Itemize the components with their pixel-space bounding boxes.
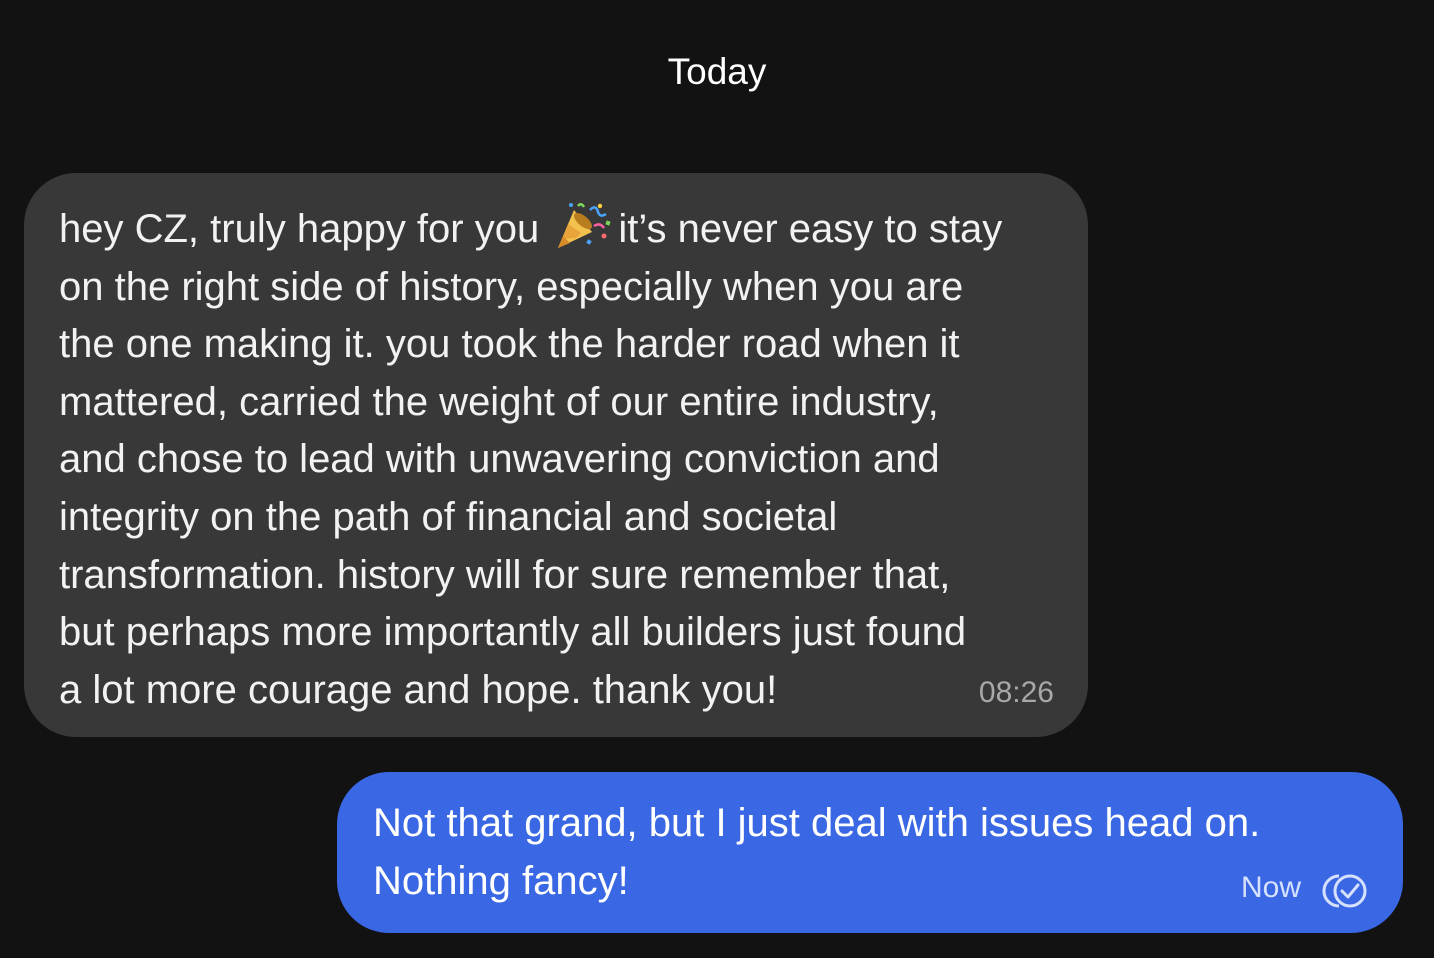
- party-popper-icon: [554, 202, 612, 250]
- message-timestamp: 08:26: [978, 676, 1054, 709]
- message-line: Nothing fancy!: [373, 858, 629, 903]
- message-line: transformation. history will for sure re…: [59, 552, 951, 597]
- message-line-end: it’s never easy to stay: [618, 207, 1003, 251]
- message-meta: Now: [1240, 869, 1371, 908]
- message-timestamp: Now: [1240, 871, 1301, 904]
- outgoing-message-bubble[interactable]: Not that grand, but I just deal with iss…: [337, 772, 1403, 933]
- message-line: a lot more courage and hope. thank you!: [59, 667, 778, 712]
- read-checkmark-icon: [1317, 869, 1371, 908]
- message-line: the one making it. you took the harder r…: [59, 322, 960, 367]
- message-line-start: hey CZ, truly happy for you: [59, 207, 540, 251]
- message-line: and chose to lead with unwavering convic…: [59, 437, 940, 482]
- date-divider: Today: [667, 51, 767, 92]
- message-line: on the right side of history, especially…: [59, 264, 964, 309]
- incoming-message-text: hey CZ, truly happy for you it’s never e…: [59, 201, 1058, 719]
- message-line: integrity on the path of financial and s…: [59, 494, 838, 539]
- message-line: hey CZ, truly happy for you it’s never e…: [59, 201, 1058, 259]
- outgoing-message-text: Not that grand, but I just deal with iss…: [373, 795, 1373, 910]
- message-line: Not that grand, but I just deal with iss…: [373, 801, 1261, 845]
- incoming-message-bubble[interactable]: hey CZ, truly happy for you it’s never e…: [24, 173, 1088, 737]
- message-line: but perhaps more importantly all builder…: [59, 610, 967, 655]
- message-line: mattered, carried the weight of our enti…: [59, 379, 939, 424]
